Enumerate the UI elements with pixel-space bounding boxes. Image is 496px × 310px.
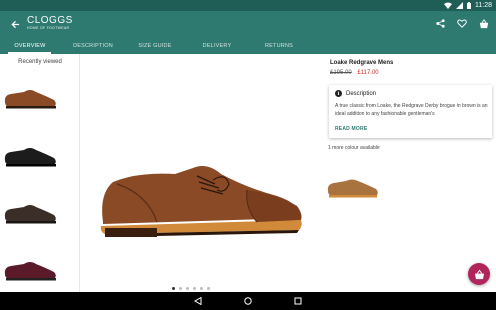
nav-back-button[interactable] xyxy=(193,296,203,306)
gallery-dot[interactable] xyxy=(200,287,203,290)
tab-size-guide[interactable]: SIZE GUIDE xyxy=(132,37,178,54)
nav-home-icon xyxy=(244,297,252,305)
basket-plus-icon xyxy=(474,269,484,279)
description-card: i Description A true classic from Loake,… xyxy=(329,85,492,138)
share-icon xyxy=(435,19,445,28)
recent-shoe-thumbnail[interactable] xyxy=(2,256,58,286)
nav-recents-button[interactable] xyxy=(293,296,303,306)
read-more-link[interactable]: READ MORE xyxy=(335,126,367,132)
signal-icon xyxy=(456,2,463,9)
nav-recents-icon xyxy=(294,297,302,305)
tab-description[interactable]: DESCRIPTION xyxy=(68,37,118,54)
original-price: £195.00 xyxy=(330,70,352,76)
gallery-dot[interactable] xyxy=(172,287,175,290)
product-image-gallery[interactable] xyxy=(81,54,325,292)
wishlist-button[interactable] xyxy=(456,17,468,30)
recent-shoe-thumbnail[interactable] xyxy=(2,142,58,172)
cloggs-logo[interactable]: CLOGGS HOME OF FOOTWEAR xyxy=(27,15,73,31)
tab-bar: OVERVIEW DESCRIPTION SIZE GUIDE DELIVERY… xyxy=(0,37,496,54)
recently-viewed-panel: Recently viewed xyxy=(0,54,80,292)
wifi-icon xyxy=(444,2,452,9)
recently-viewed-title: Recently viewed xyxy=(18,59,62,65)
colour-variant-thumbnail[interactable] xyxy=(326,175,380,201)
status-icons: 11:28 xyxy=(444,1,492,10)
tab-returns[interactable]: RETURNS xyxy=(258,37,300,54)
app-bar-actions xyxy=(434,17,490,30)
product-shoe-image xyxy=(100,166,302,237)
logo-main-text: CLOGGS xyxy=(27,15,73,26)
price-row: £195.00 £117.00 xyxy=(330,70,379,76)
heart-icon xyxy=(457,19,467,28)
product-name: Loake Redgrave Mens xyxy=(330,60,394,66)
status-time: 11:28 xyxy=(475,2,492,9)
colours-available-text: 1 more colour available xyxy=(328,145,380,151)
tab-delivery[interactable]: DELIVERY xyxy=(196,37,238,54)
nav-home-button[interactable] xyxy=(243,296,253,306)
description-title: Description xyxy=(346,90,377,97)
recent-shoe-thumbnail[interactable] xyxy=(2,84,58,114)
add-to-basket-button[interactable] xyxy=(468,263,490,285)
back-button[interactable] xyxy=(8,17,22,31)
description-text: A true classic from Loake, the Redgrave … xyxy=(335,103,488,117)
basket-button[interactable] xyxy=(478,17,490,30)
share-button[interactable] xyxy=(434,17,446,30)
gallery-dot[interactable] xyxy=(186,287,189,290)
system-navigation-bar xyxy=(0,292,496,310)
status-bar: 11:28 xyxy=(0,0,496,11)
nav-back-icon xyxy=(194,297,202,305)
product-info-panel: Loake Redgrave Mens £195.00 £117.00 i De… xyxy=(326,54,496,292)
app-bar: CLOGGS HOME OF FOOTWEAR xyxy=(0,11,496,37)
arrow-left-icon xyxy=(10,20,19,28)
gallery-dot[interactable] xyxy=(193,287,196,290)
basket-icon xyxy=(479,18,489,28)
gallery-dots xyxy=(172,287,210,290)
battery-icon xyxy=(467,2,471,9)
logo-sub-text: HOME OF FOOTWEAR xyxy=(27,26,70,30)
sale-price: £117.00 xyxy=(357,70,379,76)
gallery-dot[interactable] xyxy=(207,287,210,290)
gallery-dot[interactable] xyxy=(179,287,182,290)
recent-shoe-thumbnail[interactable] xyxy=(2,199,58,229)
info-icon: i xyxy=(335,90,342,97)
description-header: i Description xyxy=(335,90,376,97)
